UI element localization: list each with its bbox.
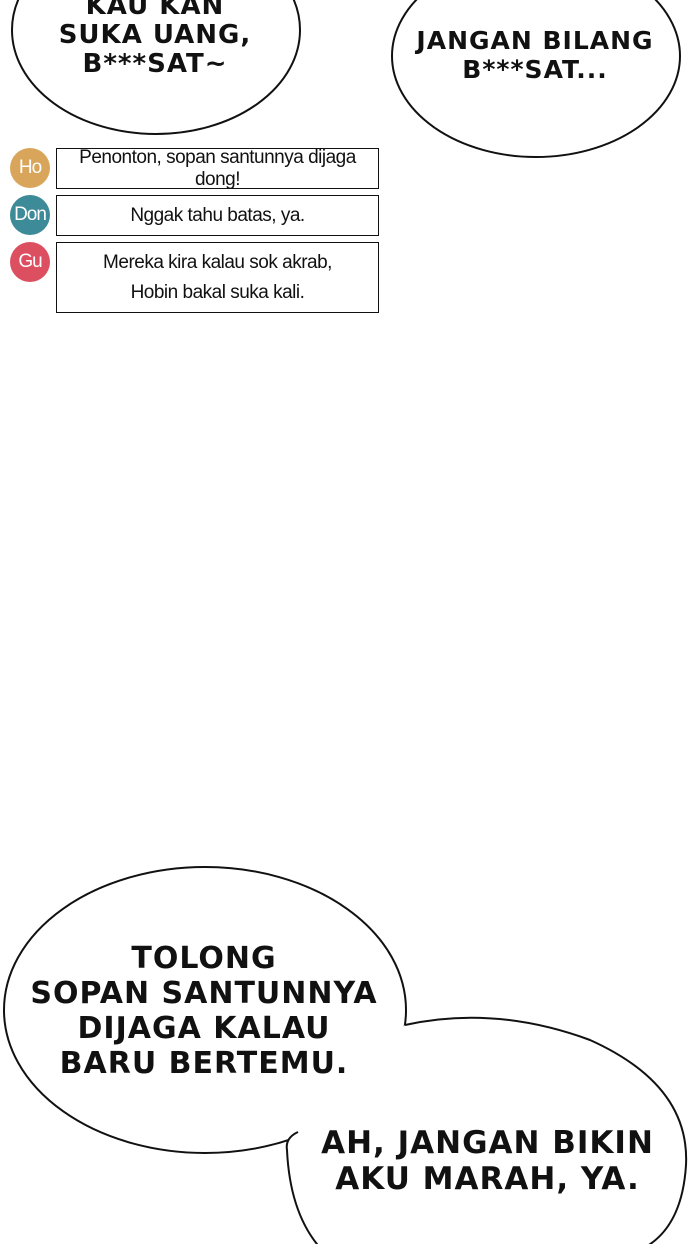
chat-comment-row: Gu Mereka kira kalau sok akrab, Hobin ba…: [10, 242, 379, 313]
avatar: Gu: [10, 242, 50, 282]
balloon-text-top-right: JANGAN BILANG B***SAT...: [416, 26, 654, 84]
chat-comment-row: Ho Penonton, sopan santunnya dijaga dong…: [10, 147, 379, 190]
balloon-text-bottom-right: AH, JANGAN BIKIN AKU MARAH, YA.: [321, 1125, 654, 1197]
avatar: Ho: [10, 148, 50, 188]
balloon-text-top-left: KAU KAN SUKA UANG, B***SAT~: [58, 0, 252, 79]
chat-comment-box: Nggak tahu batas, ya.: [56, 195, 379, 236]
chat-comment-box: Mereka kira kalau sok akrab, Hobin bakal…: [56, 242, 379, 313]
balloon-text-bottom-left: TOLONG SOPAN SANTUNNYA DIJAGA KALAU BARU…: [30, 941, 378, 1081]
avatar: Don: [10, 195, 50, 235]
chat-comment-box: Penonton, sopan santunnya dijaga dong!: [56, 147, 379, 190]
chat-comment-row: Don Nggak tahu batas, ya.: [10, 195, 379, 236]
